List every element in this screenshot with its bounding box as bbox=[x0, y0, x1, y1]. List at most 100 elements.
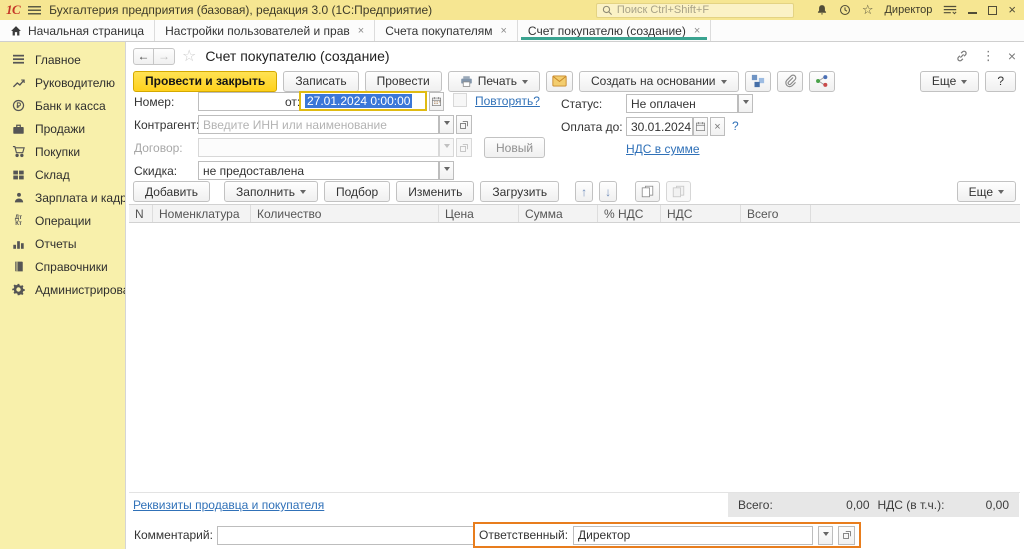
tab-label: Настройки пользователей и прав bbox=[165, 24, 350, 38]
minimize-icon[interactable] bbox=[968, 6, 977, 14]
fill-button[interactable]: Заполнить bbox=[224, 181, 318, 202]
favorites-star-icon[interactable]: ☆ bbox=[862, 2, 874, 18]
discount-select[interactable]: не предоставлена bbox=[198, 161, 439, 180]
table-more-button[interactable]: Еще bbox=[957, 181, 1016, 202]
pay-until-input[interactable]: 30.01.2024 bbox=[626, 117, 693, 136]
discount-dropdown-button[interactable] bbox=[439, 161, 454, 180]
sidebar-item-sales[interactable]: Продажи bbox=[0, 117, 125, 140]
number-label: Номер: bbox=[134, 92, 174, 111]
pay-until-clear-button[interactable]: × bbox=[710, 117, 725, 136]
contract-dropdown-button[interactable] bbox=[439, 138, 454, 157]
column-header[interactable]: % НДС bbox=[598, 205, 661, 222]
items-table-body[interactable] bbox=[129, 223, 1020, 493]
move-row-down-button[interactable]: ↓ bbox=[599, 181, 617, 202]
responsible-input[interactable] bbox=[573, 526, 813, 545]
pick-button[interactable]: Подбор bbox=[324, 181, 390, 202]
status-select[interactable]: Не оплачен bbox=[626, 94, 738, 113]
column-header[interactable]: Цена bbox=[439, 205, 519, 222]
attachments-button[interactable] bbox=[777, 71, 803, 92]
nav-back-icon[interactable]: ← bbox=[133, 48, 154, 65]
related-documents-button[interactable] bbox=[745, 71, 771, 92]
nav-forward-icon[interactable]: → bbox=[154, 48, 175, 65]
new-contract-button[interactable]: Новый bbox=[484, 137, 545, 158]
global-search[interactable] bbox=[596, 3, 794, 18]
calendar-icon bbox=[431, 96, 442, 107]
main-menu-icon[interactable] bbox=[28, 6, 41, 15]
contract-open-button[interactable] bbox=[456, 138, 472, 157]
form-close-icon[interactable]: × bbox=[1008, 48, 1016, 64]
clear-x-icon: × bbox=[714, 121, 720, 133]
column-header[interactable]: Всего bbox=[741, 205, 811, 222]
counterparty-input[interactable] bbox=[198, 115, 439, 134]
sidebar-item-administration[interactable]: Администрирование bbox=[0, 278, 125, 301]
fill-label: Заполнить bbox=[236, 185, 295, 199]
column-header[interactable]: НДС bbox=[661, 205, 741, 222]
print-button[interactable]: Печать bbox=[448, 71, 540, 92]
tab-invoices-list[interactable]: Счета покупателям × bbox=[375, 20, 518, 41]
schedule-button[interactable] bbox=[453, 93, 467, 107]
responsible-dropdown-button[interactable] bbox=[818, 526, 833, 545]
send-email-button[interactable] bbox=[546, 71, 573, 92]
edit-button[interactable]: Изменить bbox=[396, 181, 474, 202]
contract-input[interactable] bbox=[198, 138, 439, 157]
seller-buyer-requisites-link[interactable]: Реквизиты продавца и покупателя bbox=[133, 498, 324, 512]
window-close-icon[interactable]: × bbox=[1008, 5, 1016, 15]
service-menu-icon[interactable] bbox=[943, 4, 957, 16]
load-button[interactable]: Загрузить bbox=[480, 181, 559, 202]
tab-close-icon[interactable]: × bbox=[358, 25, 364, 37]
get-link-icon[interactable] bbox=[955, 49, 969, 63]
sidebar-item-purchases[interactable]: Покупки bbox=[0, 140, 125, 163]
pay-until-calendar-button[interactable] bbox=[693, 117, 708, 136]
move-row-up-button[interactable]: ↑ bbox=[575, 181, 593, 202]
tab-invoice-new[interactable]: Счет покупателю (создание) × bbox=[518, 20, 711, 41]
tab-user-settings[interactable]: Настройки пользователей и прав × bbox=[155, 20, 375, 41]
book-icon bbox=[11, 260, 26, 273]
current-user[interactable]: Директор bbox=[884, 4, 932, 16]
post-and-close-button[interactable]: Провести и закрыть bbox=[133, 71, 277, 92]
vat-mode-link[interactable]: НДС в сумме bbox=[626, 142, 700, 156]
post-button[interactable]: Провести bbox=[365, 71, 442, 92]
more-button[interactable]: Еще bbox=[920, 71, 979, 92]
tab-close-icon[interactable]: × bbox=[694, 25, 700, 37]
comment-input[interactable] bbox=[217, 526, 483, 545]
counterparty-dropdown-button[interactable] bbox=[439, 115, 454, 134]
sidebar-item-operations[interactable]: ДтКтОперации bbox=[0, 209, 125, 232]
sidebar-item-bank-cash[interactable]: Банк и касса bbox=[0, 94, 125, 117]
sidebar-item-references[interactable]: Справочники bbox=[0, 255, 125, 278]
sidebar-item-warehouse[interactable]: Склад bbox=[0, 163, 125, 186]
column-header[interactable]: N bbox=[129, 205, 153, 222]
tab-close-icon[interactable]: × bbox=[500, 25, 506, 37]
sidebar-item-payroll-hr[interactable]: Зарплата и кадры bbox=[0, 186, 125, 209]
search-input[interactable] bbox=[617, 4, 777, 16]
date-calendar-button[interactable] bbox=[429, 92, 444, 111]
sidebar-item-reports[interactable]: Отчеты bbox=[0, 232, 125, 255]
business-process-button[interactable] bbox=[809, 71, 835, 92]
column-header[interactable]: Количество bbox=[251, 205, 439, 222]
bar-chart-icon bbox=[11, 238, 26, 250]
more-menu-icon[interactable]: ⋮ bbox=[982, 48, 995, 64]
responsible-highlight-box: Ответственный: bbox=[473, 522, 861, 548]
save-button[interactable]: Записать bbox=[283, 71, 358, 92]
notifications-bell-icon[interactable] bbox=[816, 4, 828, 16]
pay-until-help[interactable]: ? bbox=[732, 119, 739, 133]
date-input[interactable]: 27.01.2024 0:00:00 bbox=[299, 91, 427, 111]
sidebar-item-main[interactable]: Главное bbox=[0, 48, 125, 71]
copy-rows-button[interactable] bbox=[635, 181, 660, 202]
create-based-on-button[interactable]: Создать на основании bbox=[579, 71, 739, 92]
favorite-star-icon[interactable]: ☆ bbox=[182, 46, 196, 66]
discount-value: не предоставлена bbox=[203, 164, 304, 178]
chevron-down-icon bbox=[444, 167, 450, 174]
help-button[interactable]: ? bbox=[985, 71, 1016, 92]
column-header[interactable]: Номенклатура bbox=[153, 205, 251, 222]
paste-rows-button[interactable] bbox=[666, 181, 691, 202]
status-dropdown-button[interactable] bbox=[738, 94, 753, 113]
add-row-button[interactable]: Добавить bbox=[133, 181, 210, 202]
column-header[interactable]: Сумма bbox=[519, 205, 598, 222]
responsible-open-button[interactable] bbox=[838, 526, 855, 545]
counterparty-open-button[interactable] bbox=[456, 115, 472, 134]
repeat-link[interactable]: Повторять? bbox=[475, 94, 540, 108]
tab-home[interactable]: Начальная страница bbox=[0, 20, 155, 41]
sidebar-item-manager[interactable]: Руководителю bbox=[0, 71, 125, 94]
history-icon[interactable] bbox=[839, 4, 851, 16]
restore-icon[interactable] bbox=[988, 6, 997, 15]
